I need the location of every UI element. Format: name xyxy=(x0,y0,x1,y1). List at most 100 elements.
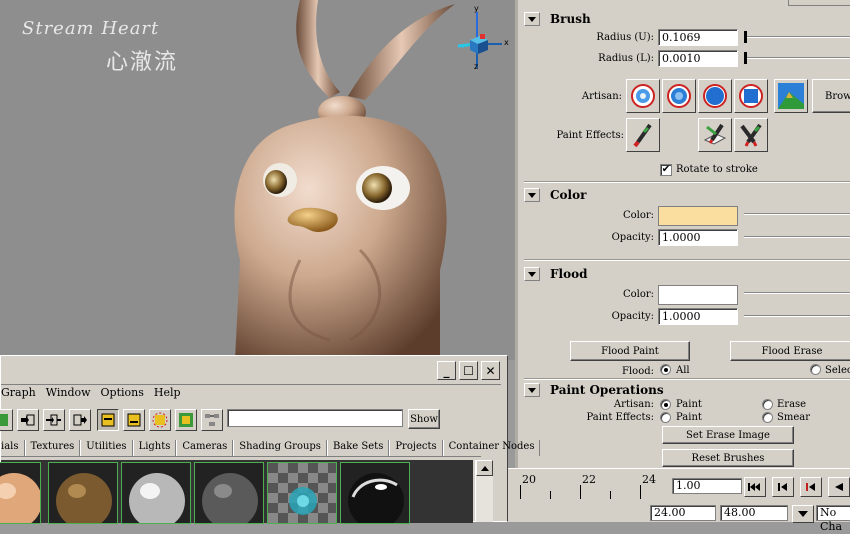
reset-brushes-button[interactable]: Reset Brushes xyxy=(662,449,794,467)
end-time-field[interactable]: 48.00 xyxy=(720,505,788,521)
graph-materials-icon[interactable] xyxy=(201,409,223,431)
view-cube-icon[interactable] xyxy=(450,4,510,74)
left-ear xyxy=(296,0,340,98)
flood-selected-radio[interactable] xyxy=(810,364,821,375)
menu-graph[interactable]: Graph xyxy=(1,386,42,404)
menu-options[interactable]: Options xyxy=(101,386,150,404)
graph-layout-icon[interactable] xyxy=(0,409,13,431)
tab-utilities[interactable]: Utilities xyxy=(80,440,133,456)
character-set-field[interactable]: No Cha xyxy=(816,505,850,533)
flood-collapse-icon[interactable] xyxy=(524,267,540,281)
filter-input[interactable] xyxy=(227,409,403,427)
time-slider[interactable]: 20 22 24 1.00 24.00 48.00 No Cha xyxy=(508,468,850,533)
browse-button[interactable]: Brows xyxy=(812,79,850,113)
material-swatch-gray[interactable] xyxy=(194,462,264,524)
tab-lights[interactable]: Lights xyxy=(132,440,177,456)
range-dropdown-icon[interactable] xyxy=(792,505,814,523)
paint-effects-mesh-brush-icon[interactable] xyxy=(698,118,732,152)
current-frame-field[interactable]: 1.00 xyxy=(672,478,742,494)
soft-brush-icon[interactable] xyxy=(626,79,660,113)
maximize-icon[interactable]: ☐ xyxy=(459,361,478,380)
start-time-field[interactable]: 24.00 xyxy=(650,505,716,521)
menu-window[interactable]: Window xyxy=(46,386,97,404)
color-collapse-icon[interactable] xyxy=(524,188,540,202)
material-swatch-skin[interactable] xyxy=(0,462,41,524)
rabbit-model[interactable] xyxy=(0,0,515,360)
material-swatch-brown[interactable] xyxy=(48,462,118,524)
flood-color-swatch[interactable] xyxy=(658,285,738,305)
effects-paint-radio[interactable] xyxy=(660,412,671,423)
tab-materials[interactable]: ials xyxy=(1,440,25,456)
graph-input-icon[interactable] xyxy=(17,409,39,431)
viewport-3d[interactable]: Stream Heart 心澈流 y x z xyxy=(0,0,515,360)
tab-projects[interactable]: Projects xyxy=(389,440,443,456)
effects-smear-radio[interactable] xyxy=(762,412,773,423)
separator xyxy=(524,259,850,261)
material-swatch-checker[interactable] xyxy=(267,462,337,524)
radius-l-slider[interactable] xyxy=(744,57,850,59)
head xyxy=(234,115,447,360)
swatch-scrollbar[interactable] xyxy=(475,460,493,522)
menu-help[interactable]: Help xyxy=(154,386,187,404)
stamp-image-icon[interactable] xyxy=(774,79,808,113)
flood-color-slider[interactable] xyxy=(744,292,850,294)
hypershade-window[interactable]: _ ☐ ✕ Graph Window Options Help Show ial… xyxy=(0,355,541,524)
right-ear xyxy=(348,4,455,100)
close-icon[interactable]: ✕ xyxy=(481,361,500,380)
radius-l-slider-knob[interactable] xyxy=(744,52,747,64)
go-to-start-icon[interactable] xyxy=(744,477,766,497)
radius-u-slider[interactable] xyxy=(744,36,850,38)
artisan-erase-radio[interactable] xyxy=(762,399,773,410)
flood-section-title: Flood xyxy=(550,267,588,281)
show-bottom-tabs-icon[interactable] xyxy=(123,409,145,431)
tab-shading-groups[interactable]: Shading Groups xyxy=(233,440,327,456)
set-erase-image-button[interactable]: Set Erase Image xyxy=(662,426,794,444)
material-swatch-white[interactable] xyxy=(121,462,191,524)
color-opacity-slider[interactable] xyxy=(744,236,850,238)
flood-all-radio[interactable] xyxy=(660,364,671,375)
radius-l-field[interactable]: 0.0010 xyxy=(658,50,738,67)
paint-operations-section-header[interactable]: Paint Operations xyxy=(524,381,850,399)
flood-paint-button[interactable]: Flood Paint xyxy=(570,341,690,361)
flood-opacity-slider[interactable] xyxy=(744,315,850,317)
radius-u-field[interactable]: 0.1069 xyxy=(658,29,738,46)
brush-section-header[interactable]: Brush xyxy=(524,10,850,28)
play-backward-icon[interactable] xyxy=(828,477,850,497)
color-slider[interactable] xyxy=(744,213,850,215)
artisan-erase-label: Erase xyxy=(777,399,807,410)
graph-input-output-icon[interactable] xyxy=(43,409,65,431)
timeline-tick xyxy=(520,485,521,499)
radius-u-slider-knob[interactable] xyxy=(744,31,747,43)
minimize-icon[interactable]: _ xyxy=(437,361,456,380)
color-opacity-field[interactable]: 1.0000 xyxy=(658,229,738,246)
time-track[interactable]: 20 22 24 xyxy=(518,471,668,503)
material-swatch-chrome[interactable] xyxy=(340,462,410,524)
show-button[interactable]: Show xyxy=(408,409,440,429)
gaussian-brush-icon[interactable] xyxy=(662,79,696,113)
scroll-up-icon[interactable] xyxy=(476,460,493,476)
hypershade-titlebar[interactable]: _ ☐ ✕ xyxy=(1,357,507,383)
rearrange-graph-icon[interactable] xyxy=(175,409,197,431)
flood-erase-button[interactable]: Flood Erase xyxy=(730,341,850,361)
tab-cameras[interactable]: Cameras xyxy=(176,440,234,456)
step-back-icon[interactable] xyxy=(772,477,794,497)
color-section-header[interactable]: Color xyxy=(524,186,850,204)
brush-collapse-icon[interactable] xyxy=(524,12,540,26)
tab-bake-sets[interactable]: Bake Sets xyxy=(326,440,390,456)
rotate-to-stroke-checkbox[interactable]: ✔ xyxy=(660,164,672,176)
tab-container-nodes[interactable]: Container Nodes xyxy=(442,440,541,456)
step-back-key-icon[interactable] xyxy=(800,477,822,497)
paint-effects-dual-brush-icon[interactable] xyxy=(734,118,768,152)
paint-operations-collapse-icon[interactable] xyxy=(524,383,540,397)
solid-brush-icon[interactable] xyxy=(698,79,732,113)
artisan-paint-radio[interactable] xyxy=(660,399,671,410)
flood-section-header[interactable]: Flood xyxy=(524,265,850,283)
graph-output-icon[interactable] xyxy=(69,409,91,431)
show-top-tabs-icon[interactable] xyxy=(97,409,119,431)
clear-graph-icon[interactable] xyxy=(149,409,171,431)
square-brush-icon[interactable] xyxy=(734,79,768,113)
paint-effects-brush-icon[interactable] xyxy=(626,118,660,152)
color-swatch[interactable] xyxy=(658,206,738,226)
tab-textures[interactable]: Textures xyxy=(24,440,81,456)
flood-opacity-field[interactable]: 1.0000 xyxy=(658,308,738,325)
